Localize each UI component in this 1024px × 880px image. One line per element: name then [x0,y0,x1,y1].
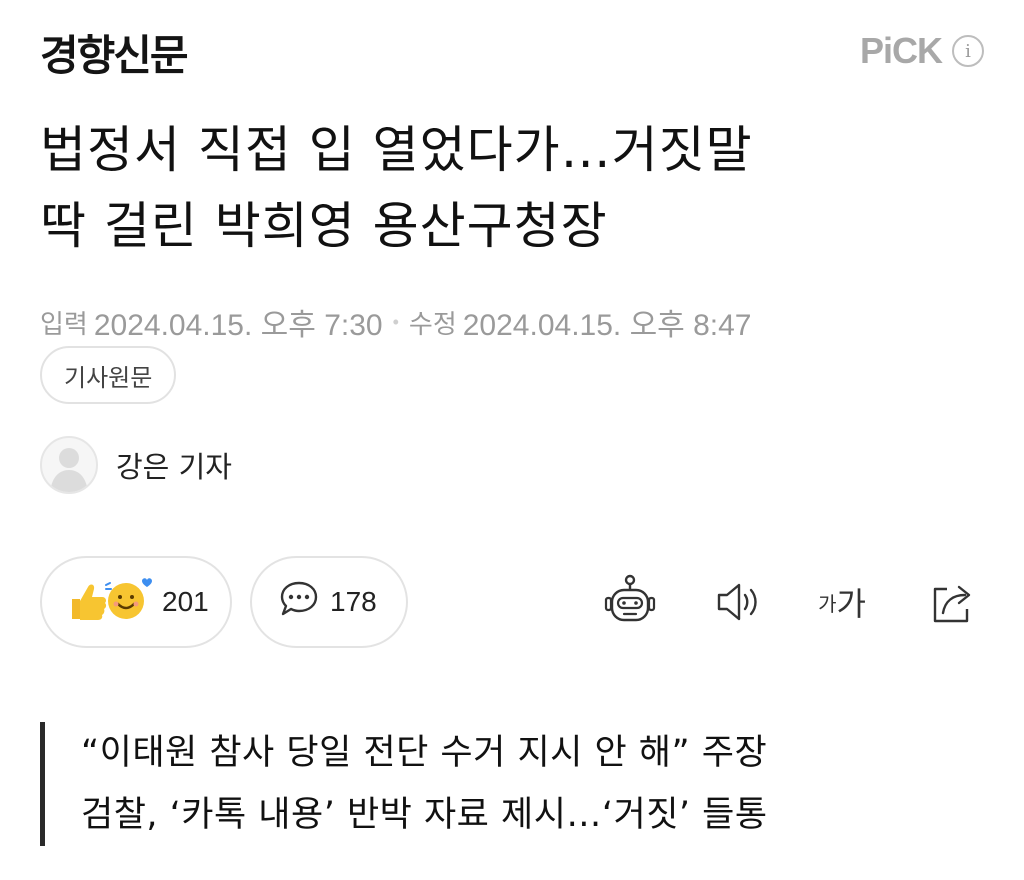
original-article-button[interactable]: 기사원문 [40,346,177,404]
reporter-name: 강은 기자 [116,450,232,484]
article-subheading: “이태원 참사 당일 전단 수거 지시 안 해” 주장 검찰, ‘카톡 내용’ … [40,722,980,846]
share-icon[interactable] [920,570,984,634]
info-icon[interactable]: i [952,35,984,67]
font-size-big: 가 [836,585,866,623]
font-size-small: 가 [818,591,837,616]
article-title: 법정서 직접 입 열었다가…거짓말딱 걸린 박희영 용산구청장 [40,112,980,264]
font-size-button[interactable]: 가가 [810,570,874,634]
reaction-count: 201 [162,586,209,617]
pick-badge: PiCK i [860,30,984,72]
article-header: 경향신문 PiCK i [40,18,984,82]
article-actions: 201 178 가 가 [40,556,984,648]
title-line-2: 딱 걸린 박희영 용산구청장 [40,197,608,255]
comment-icon [278,579,320,626]
speaker-icon[interactable] [706,570,770,634]
press-logo[interactable]: 경향신문 [40,22,189,83]
input-date: 2024.04.15. 오후 7:30 [93,309,383,342]
modified-date: 2024.04.15. 오후 8:47 [462,309,752,342]
subheading-line-1: “이태원 참사 당일 전단 수거 지시 안 해” 주장 [81,733,768,773]
subheading-line-2: 검찰, ‘카톡 내용’ 반박 자료 제시…‘거짓’ 들통 [81,795,768,835]
comment-count: 178 [330,586,377,617]
reporter-avatar [40,436,98,494]
input-label: 입력 [40,309,88,340]
pick-label: PiCK [859,30,943,71]
title-line-1: 법정서 직접 입 열었다가…거짓말 [40,121,753,179]
ai-summary-robot-icon[interactable] [598,570,662,634]
separator-dot: • [392,311,399,332]
article-dates: 입력 2024.04.15. 오후 7:30 • 수정 2024.04.15. … [40,300,752,344]
reaction-button[interactable]: 201 [40,556,232,648]
reporter-info[interactable]: 강은 기자 [40,436,232,494]
reaction-emoji-icon [66,575,152,630]
modified-label: 수정 [408,309,457,340]
comment-button[interactable]: 178 [250,556,408,648]
